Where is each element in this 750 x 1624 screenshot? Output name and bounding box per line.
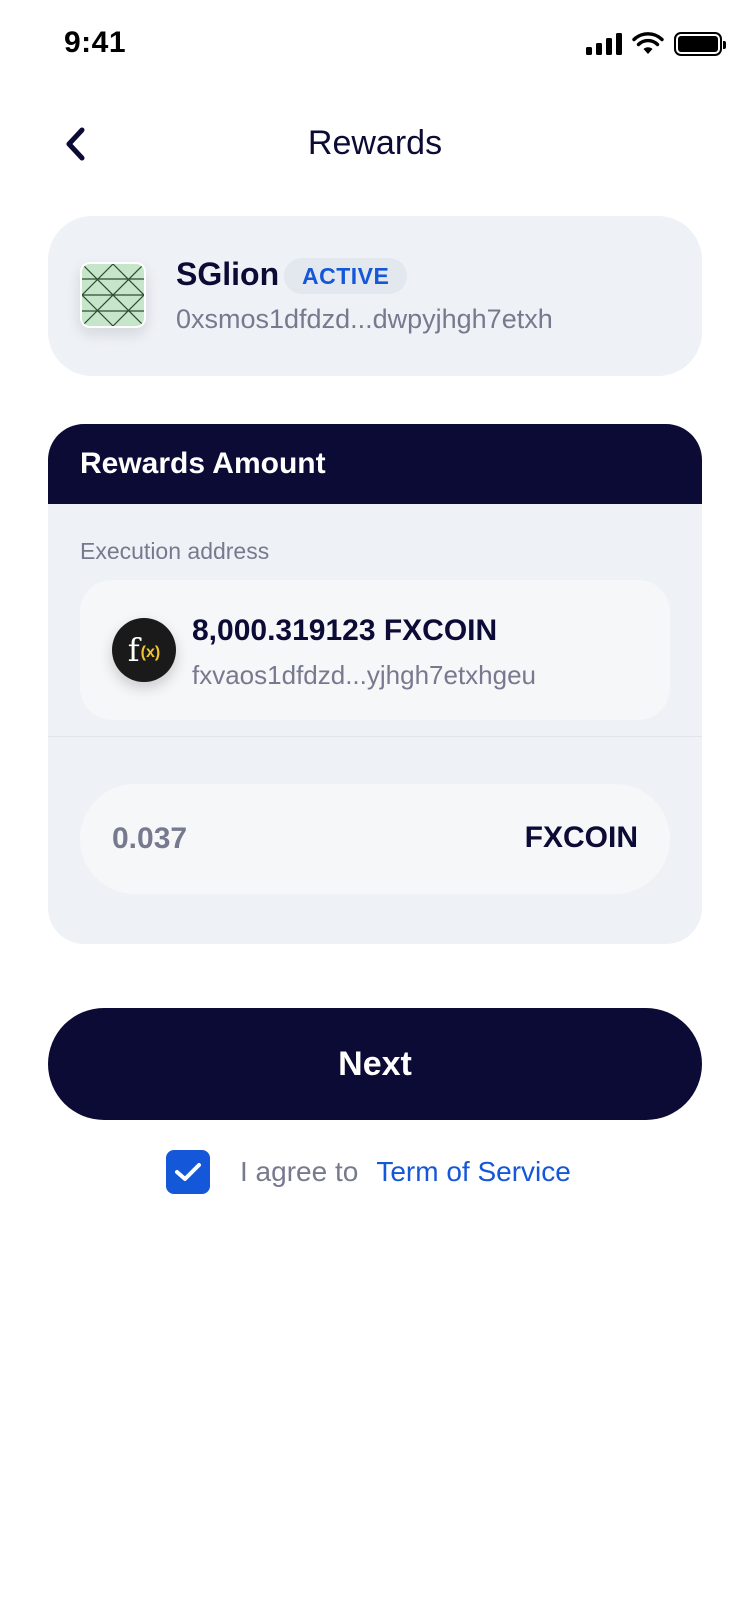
validator-avatar <box>80 262 146 328</box>
battery-icon <box>674 32 726 56</box>
validator-name: SGlion <box>176 256 280 292</box>
status-bar: 9:41 <box>0 0 750 92</box>
status-time: 9:41 <box>64 26 127 59</box>
divider <box>48 736 702 737</box>
amount-field[interactable]: FXCOIN <box>80 784 670 894</box>
rewards-title: Rewards Amount <box>80 447 326 480</box>
header: Rewards <box>0 100 750 190</box>
agreement-row: I agree to Term of Service <box>166 1150 571 1194</box>
agree-text: I agree to <box>240 1156 359 1187</box>
page-title: Rewards <box>307 124 443 162</box>
signal-icon <box>586 33 622 55</box>
validator-card[interactable]: SGlion ACTIVE 0xsmos1dfdzd...dwpyjhgh7et… <box>48 216 702 376</box>
account-address: fxvaos1dfdzd...yjhgh7etxhgeu <box>192 660 537 690</box>
amount-input[interactable] <box>112 784 412 894</box>
rewards-section: Rewards Amount Execution address f (x) 8,… <box>48 424 702 944</box>
execution-account[interactable]: f (x) 8,000.319123 FXCOIN fxvaos1dfdzd...… <box>80 580 670 720</box>
status-badge: ACTIVE <box>284 258 408 294</box>
validator-address: 0xsmos1dfdzd...dwpyjhgh7etxh <box>176 304 553 334</box>
wifi-icon <box>632 32 664 54</box>
status-icons <box>586 32 726 56</box>
agree-checkbox[interactable] <box>166 1150 210 1194</box>
fxcoin-icon: f (x) <box>112 618 176 682</box>
amount-unit: FXCOIN <box>524 821 638 854</box>
rewards-header: Rewards Amount <box>48 424 702 504</box>
checkmark-icon <box>175 1163 201 1181</box>
next-button[interactable]: Next <box>48 1008 702 1120</box>
terms-of-service-link[interactable]: Term of Service <box>376 1156 571 1188</box>
execution-address-label: Execution address <box>80 538 270 564</box>
account-balance: 8,000.319123 FXCOIN <box>192 614 498 647</box>
